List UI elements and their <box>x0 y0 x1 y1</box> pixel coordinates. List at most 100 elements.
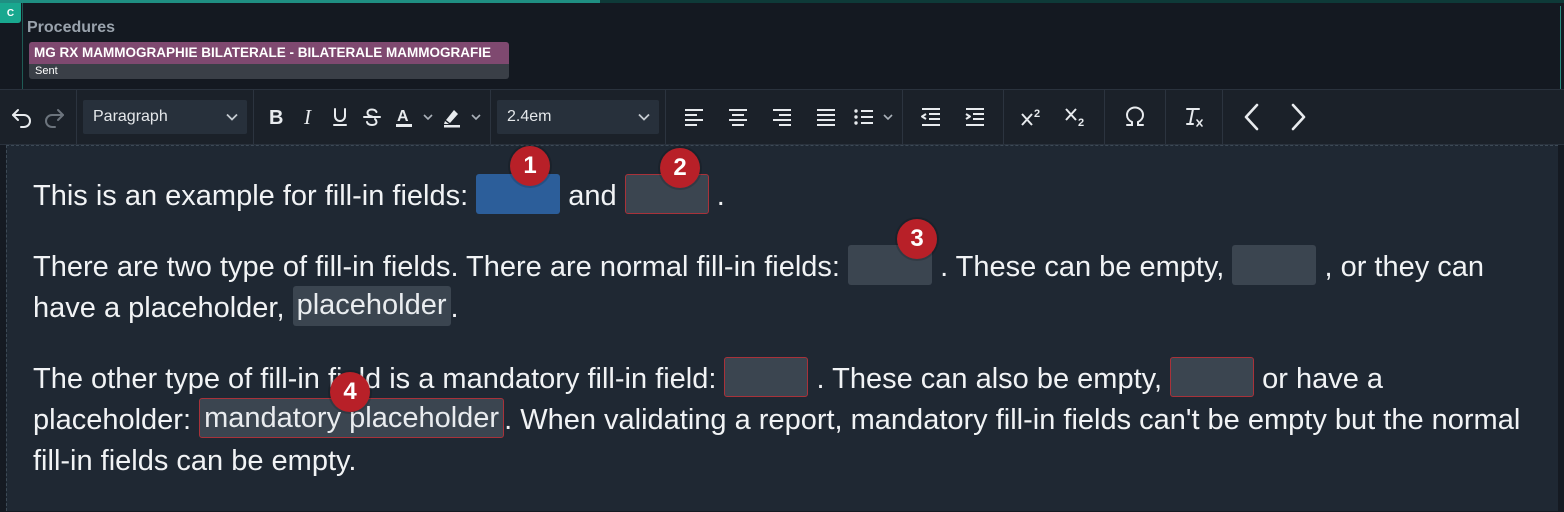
underline-button[interactable] <box>324 99 356 135</box>
previous-field-button[interactable] <box>1229 99 1275 135</box>
paragraph-1[interactable]: This is an example for fill-in fields: a… <box>33 174 1533 217</box>
navigation-group <box>1223 90 1327 144</box>
chevron-down-icon <box>226 113 238 121</box>
chevron-down-icon <box>423 114 433 121</box>
fill-in-field-placeholder[interactable]: placeholder <box>292 286 451 327</box>
procedures-panel: Procedures MG RX MAMMOGRAPHIE BILATERALE… <box>0 3 1564 92</box>
superscript-button[interactable]: 2 <box>1010 99 1054 135</box>
clear-formatting-button[interactable] <box>1172 99 1216 135</box>
redo-button[interactable] <box>38 99 70 135</box>
fill-in-field[interactable] <box>1232 245 1317 286</box>
bold-icon: B <box>269 107 283 129</box>
text-color-button[interactable]: A <box>388 99 420 135</box>
bullet-list-button[interactable] <box>848 99 880 135</box>
svg-text:2: 2 <box>1034 108 1040 120</box>
block-format-select[interactable]: Paragraph <box>83 100 247 134</box>
svg-text:B: B <box>269 107 283 129</box>
text-run: and <box>560 180 625 212</box>
text-run: . <box>708 180 725 212</box>
clear-format-group <box>1166 90 1223 144</box>
report-editor[interactable]: This is an example for fill-in fields: a… <box>6 145 1558 511</box>
bullet-list-dropdown[interactable] <box>880 99 896 135</box>
chevron-down-icon <box>638 113 650 121</box>
undo-button[interactable] <box>6 99 38 135</box>
chevron-down-icon <box>883 114 893 121</box>
annotation-marker-2: 2 <box>660 148 700 188</box>
undo-icon <box>12 109 31 128</box>
justify-icon <box>817 109 835 126</box>
chevron-down-icon <box>471 114 481 121</box>
script-group: 2 2 <box>1004 90 1105 144</box>
indent-icon <box>965 108 984 126</box>
text-color-dropdown[interactable] <box>420 99 436 135</box>
highlight-color-icon <box>444 110 460 128</box>
font-size-select[interactable]: 2.4em <box>497 100 659 134</box>
outdent-icon <box>921 108 940 126</box>
special-char-group <box>1105 90 1166 144</box>
align-left-icon <box>685 109 703 126</box>
align-right-button[interactable] <box>760 99 804 135</box>
history-group <box>0 90 77 144</box>
align-center-button[interactable] <box>716 99 760 135</box>
panel-border <box>1560 6 1561 92</box>
highlight-color-dropdown[interactable] <box>468 99 484 135</box>
outdent-button[interactable] <box>909 99 953 135</box>
strikethrough-icon <box>363 108 381 127</box>
block-format-group: Paragraph <box>77 90 254 144</box>
paragraph-2[interactable]: There are two type of fill-in fields. Th… <box>33 245 1533 329</box>
corner-badge: C <box>0 3 21 23</box>
chevron-left-icon <box>1244 103 1259 131</box>
subscript-button[interactable]: 2 <box>1054 99 1098 135</box>
text-color-icon: A <box>396 108 412 127</box>
mandatory-fill-in-field[interactable] <box>1170 357 1255 398</box>
justify-button[interactable] <box>804 99 848 135</box>
text-style-group: B I A <box>254 90 491 144</box>
font-size-value: 2.4em <box>507 108 552 125</box>
bullet-list-split <box>848 99 896 135</box>
annotation-marker-4: 4 <box>330 372 370 412</box>
highlight-color-split <box>436 99 484 135</box>
paragraph-3[interactable]: The other type of fill-in field is a man… <box>33 357 1533 482</box>
procedures-title: Procedures <box>27 19 116 36</box>
text-color-split: A <box>388 99 436 135</box>
align-right-icon <box>773 109 791 126</box>
indent-button[interactable] <box>953 99 997 135</box>
italic-icon: I <box>303 105 312 129</box>
procedure-name: MG RX MAMMOGRAPHIE BILATERALE - BILATERA… <box>29 42 509 64</box>
indent-group <box>903 90 1004 144</box>
procedure-tag[interactable]: MG RX MAMMOGRAPHIE BILATERALE - BILATERA… <box>29 42 509 79</box>
svg-text:2: 2 <box>1078 117 1084 128</box>
bullet-list-icon <box>854 109 873 125</box>
underline-icon <box>333 108 347 126</box>
subscript-icon: 2 <box>1065 108 1084 128</box>
special-character-button[interactable] <box>1111 99 1159 135</box>
text-run: . These can be empty, <box>932 251 1233 283</box>
procedure-status: Sent <box>29 64 509 79</box>
strikethrough-button[interactable] <box>356 99 388 135</box>
block-format-value: Paragraph <box>93 108 168 125</box>
svg-text:A: A <box>397 108 409 125</box>
annotation-marker-3: 3 <box>897 219 937 259</box>
next-field-button[interactable] <box>1275 99 1321 135</box>
align-center-icon <box>729 109 747 126</box>
editor-content[interactable]: This is an example for fill-in fields: a… <box>33 174 1533 512</box>
mandatory-fill-in-field[interactable] <box>724 357 809 398</box>
clear-formatting-icon <box>1186 108 1203 127</box>
text-run: The other type of fill-in field is a man… <box>33 363 725 395</box>
chevron-right-icon <box>1291 103 1306 131</box>
italic-button[interactable]: I <box>292 99 324 135</box>
font-size-group: 2.4em <box>491 90 666 144</box>
text-run: This is an example for fill-in fields: <box>33 180 477 212</box>
superscript-icon: 2 <box>1021 108 1040 126</box>
redo-icon <box>45 109 64 128</box>
text-run: . These can also be empty, <box>808 363 1171 395</box>
text-run: . <box>450 292 459 324</box>
svg-text:I: I <box>303 105 312 129</box>
omega-icon <box>1125 106 1145 126</box>
align-left-button[interactable] <box>672 99 716 135</box>
editor-toolbar: Paragraph B I A 2.4em 2 2 <box>0 89 1564 145</box>
highlight-color-button[interactable] <box>436 99 468 135</box>
alignment-group <box>666 90 903 144</box>
annotation-marker-1: 1 <box>510 146 550 186</box>
bold-button[interactable]: B <box>260 99 292 135</box>
